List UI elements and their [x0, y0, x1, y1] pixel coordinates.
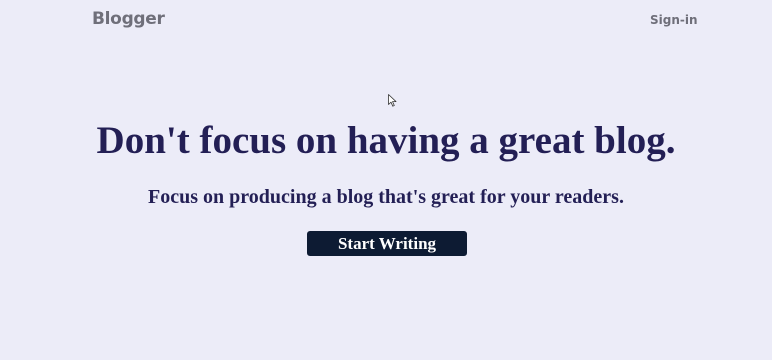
mouse-pointer-icon	[388, 94, 397, 107]
hero-subheadline: Focus on producing a blog that's great f…	[148, 186, 624, 208]
start-writing-button[interactable]: Start Writing	[307, 231, 467, 256]
hero-section: Don't focus on having a great blog. Focu…	[0, 118, 772, 209]
top-navbar: Blogger Sign-in	[0, 0, 772, 42]
hero-headline: Don't focus on having a great blog.	[96, 119, 676, 162]
sign-in-link[interactable]: Sign-in	[650, 13, 698, 27]
blogger-logo[interactable]: Blogger	[92, 9, 165, 29]
